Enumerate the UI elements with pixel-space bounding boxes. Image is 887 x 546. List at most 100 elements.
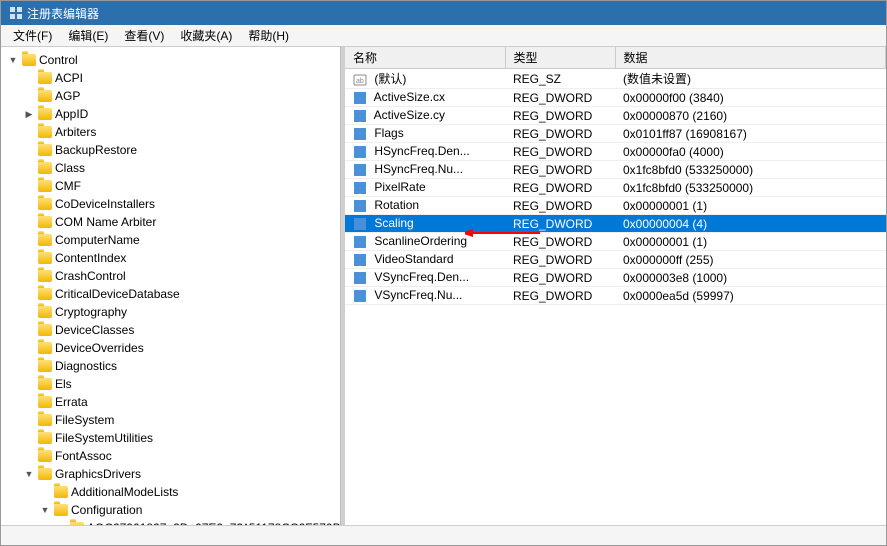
cell-type: REG_DWORD xyxy=(505,143,615,161)
menu-file[interactable]: 文件(F) xyxy=(5,25,60,46)
reg-value-name: Rotation xyxy=(374,198,419,212)
table-row[interactable]: PixelRate REG_DWORD 0x1fc8bfd0 (53325000… xyxy=(345,179,886,197)
tree-item-comnamearbiter[interactable]: COM Name Arbiter xyxy=(1,213,340,231)
cell-data: 0x000003e8 (1000) xyxy=(615,269,886,287)
title-text: 注册表编辑器 xyxy=(27,5,99,22)
table-row[interactable]: VideoStandard REG_DWORD 0x000000ff (255) xyxy=(345,251,886,269)
tree-item-criticaldevicedatabase[interactable]: CriticalDeviceDatabase xyxy=(1,285,340,303)
cell-name: VideoStandard xyxy=(345,251,505,269)
label-filesystem: FileSystem xyxy=(55,413,114,427)
tree-item-deviceclasses[interactable]: DeviceClasses xyxy=(1,321,340,339)
table-row[interactable]: ActiveSize.cx REG_DWORD 0x00000f00 (3840… xyxy=(345,89,886,107)
tree-item-additionalmodelists[interactable]: AdditionalModeLists xyxy=(1,483,340,501)
table-row[interactable]: VSyncFreq.Den... REG_DWORD 0x000003e8 (1… xyxy=(345,269,886,287)
table-row[interactable]: ActiveSize.cy REG_DWORD 0x00000870 (2160… xyxy=(345,107,886,125)
status-bar xyxy=(1,525,886,545)
tree-item-crashcontrol[interactable]: CrashControl xyxy=(1,267,340,285)
cell-name: PixelRate xyxy=(345,179,505,197)
tree-item-contentindex[interactable]: ContentIndex xyxy=(1,249,340,267)
tree-item-configuration[interactable]: ▼ Configuration xyxy=(1,501,340,519)
cell-data: 0x00000fa0 (4000) xyxy=(615,143,886,161)
cell-type: REG_DWORD xyxy=(505,269,615,287)
folder-icon-acpi xyxy=(37,71,53,85)
label-control: Control xyxy=(39,53,78,67)
cell-data: 0x000000ff (255) xyxy=(615,251,886,269)
folder-icon-agp xyxy=(37,89,53,103)
app-icon xyxy=(9,6,23,20)
tree-item-els[interactable]: Els xyxy=(1,375,340,393)
cell-name: Flags xyxy=(345,125,505,143)
cell-name: ActiveSize.cy xyxy=(345,107,505,125)
table-row[interactable]: Rotation REG_DWORD 0x00000001 (1) xyxy=(345,197,886,215)
reg-value-name: VSyncFreq.Nu... xyxy=(374,288,462,302)
reg-value-name: (默认) xyxy=(374,72,406,86)
label-filesystemutilities: FileSystemUtilities xyxy=(55,431,153,445)
reg-value-name: Flags xyxy=(374,126,403,140)
cell-name: VSyncFreq.Den... xyxy=(345,269,505,287)
folder-icon-deviceclasses xyxy=(37,323,53,337)
tree-item-deviceoverrides[interactable]: DeviceOverrides xyxy=(1,339,340,357)
tree-item-backuprestore[interactable]: BackupRestore xyxy=(1,141,340,159)
tree-item-appid[interactable]: ▶ AppID xyxy=(1,105,340,123)
tree-item-codeviceinstallers[interactable]: CoDeviceInstallers xyxy=(1,195,340,213)
table-row[interactable]: Scaling REG_DWORD 0x00000004 (4) xyxy=(345,215,886,233)
label-deviceclasses: DeviceClasses xyxy=(55,323,134,337)
tree-item-errata[interactable]: Errata xyxy=(1,393,340,411)
tree-item-diagnostics[interactable]: Diagnostics xyxy=(1,357,340,375)
table-row[interactable]: ab (默认) REG_SZ (数值未设置) xyxy=(345,69,886,89)
label-crashcontrol: CrashControl xyxy=(55,269,126,283)
expander-acpi xyxy=(21,70,37,86)
cell-type: REG_DWORD xyxy=(505,197,615,215)
folder-icon-fontassoc xyxy=(37,449,53,463)
label-fontassoc: FontAssoc xyxy=(55,449,112,463)
folder-icon-crashcontrol xyxy=(37,269,53,283)
folder-icon-els xyxy=(37,377,53,391)
menu-edit[interactable]: 编辑(E) xyxy=(60,25,116,46)
reg-value-icon xyxy=(353,91,367,105)
cell-type: REG_DWORD xyxy=(505,179,615,197)
table-row[interactable]: HSyncFreq.Nu... REG_DWORD 0x1fc8bfd0 (53… xyxy=(345,161,886,179)
tree-item-graphicsdrivers[interactable]: ▼ GraphicsDrivers xyxy=(1,465,340,483)
tree-item-class[interactable]: Class xyxy=(1,159,340,177)
menu-view[interactable]: 查看(V) xyxy=(116,25,172,46)
cell-name: VSyncFreq.Nu... xyxy=(345,287,505,305)
registry-tree[interactable]: ▼ Control ACPI AGP ▶ xyxy=(1,47,341,525)
cell-data: 0x00000f00 (3840) xyxy=(615,89,886,107)
expander-graphicsdrivers[interactable]: ▼ xyxy=(21,466,37,482)
tree-item-fontassoc[interactable]: FontAssoc xyxy=(1,447,340,465)
tree-item-control[interactable]: ▼ Control xyxy=(1,51,340,69)
folder-icon-backuprestore xyxy=(37,143,53,157)
table-row[interactable]: ScanlineOrdering REG_DWORD 0x00000001 (1… xyxy=(345,233,886,251)
folder-icon-appid xyxy=(37,107,53,121)
tree-item-acpi[interactable]: ACPI xyxy=(1,69,340,87)
reg-value-icon xyxy=(353,145,367,159)
reg-value-name: HSyncFreq.Nu... xyxy=(374,162,463,176)
tree-item-arbiters[interactable]: Arbiters xyxy=(1,123,340,141)
tree-item-filesystemutilities[interactable]: FileSystemUtilities xyxy=(1,429,340,447)
reg-value-name: VSyncFreq.Den... xyxy=(374,270,469,284)
menu-favorites[interactable]: 收藏夹(A) xyxy=(172,25,240,46)
expander-control[interactable]: ▼ xyxy=(5,52,21,68)
table-row[interactable]: HSyncFreq.Den... REG_DWORD 0x00000fa0 (4… xyxy=(345,143,886,161)
reg-table: 名称 类型 数据 ab (默认) REG_SZ (数值未设置) xyxy=(345,47,886,305)
reg-value-icon: ab xyxy=(353,73,367,87)
menu-bar: 文件(F) 编辑(E) 查看(V) 收藏夹(A) 帮助(H) xyxy=(1,25,886,47)
registry-values[interactable]: 名称 类型 数据 ab (默认) REG_SZ (数值未设置) xyxy=(345,47,886,525)
label-diagnostics: Diagnostics xyxy=(55,359,117,373)
tree-item-filesystem[interactable]: FileSystem xyxy=(1,411,340,429)
tree-item-cryptography[interactable]: Cryptography xyxy=(1,303,340,321)
cell-type: REG_DWORD xyxy=(505,215,615,233)
label-contentindex: ContentIndex xyxy=(55,251,126,265)
tree-item-cmf[interactable]: CMF xyxy=(1,177,340,195)
tree-item-computername[interactable]: ComputerName xyxy=(1,231,340,249)
table-row[interactable]: VSyncFreq.Nu... REG_DWORD 0x0000ea5d (59… xyxy=(345,287,886,305)
label-comnamearbiter: COM Name Arbiter xyxy=(55,215,156,229)
expander-configuration[interactable]: ▼ xyxy=(37,502,53,518)
menu-help[interactable]: 帮助(H) xyxy=(240,25,297,46)
cell-data: 0x0101ff87 (16908167) xyxy=(615,125,886,143)
table-row[interactable]: Flags REG_DWORD 0x0101ff87 (16908167) xyxy=(345,125,886,143)
expander-appid[interactable]: ▶ xyxy=(21,106,37,122)
tree-item-agp[interactable]: AGP xyxy=(1,87,340,105)
cell-name: HSyncFreq.Nu... xyxy=(345,161,505,179)
cell-data: 0x00000004 (4) xyxy=(615,215,886,233)
